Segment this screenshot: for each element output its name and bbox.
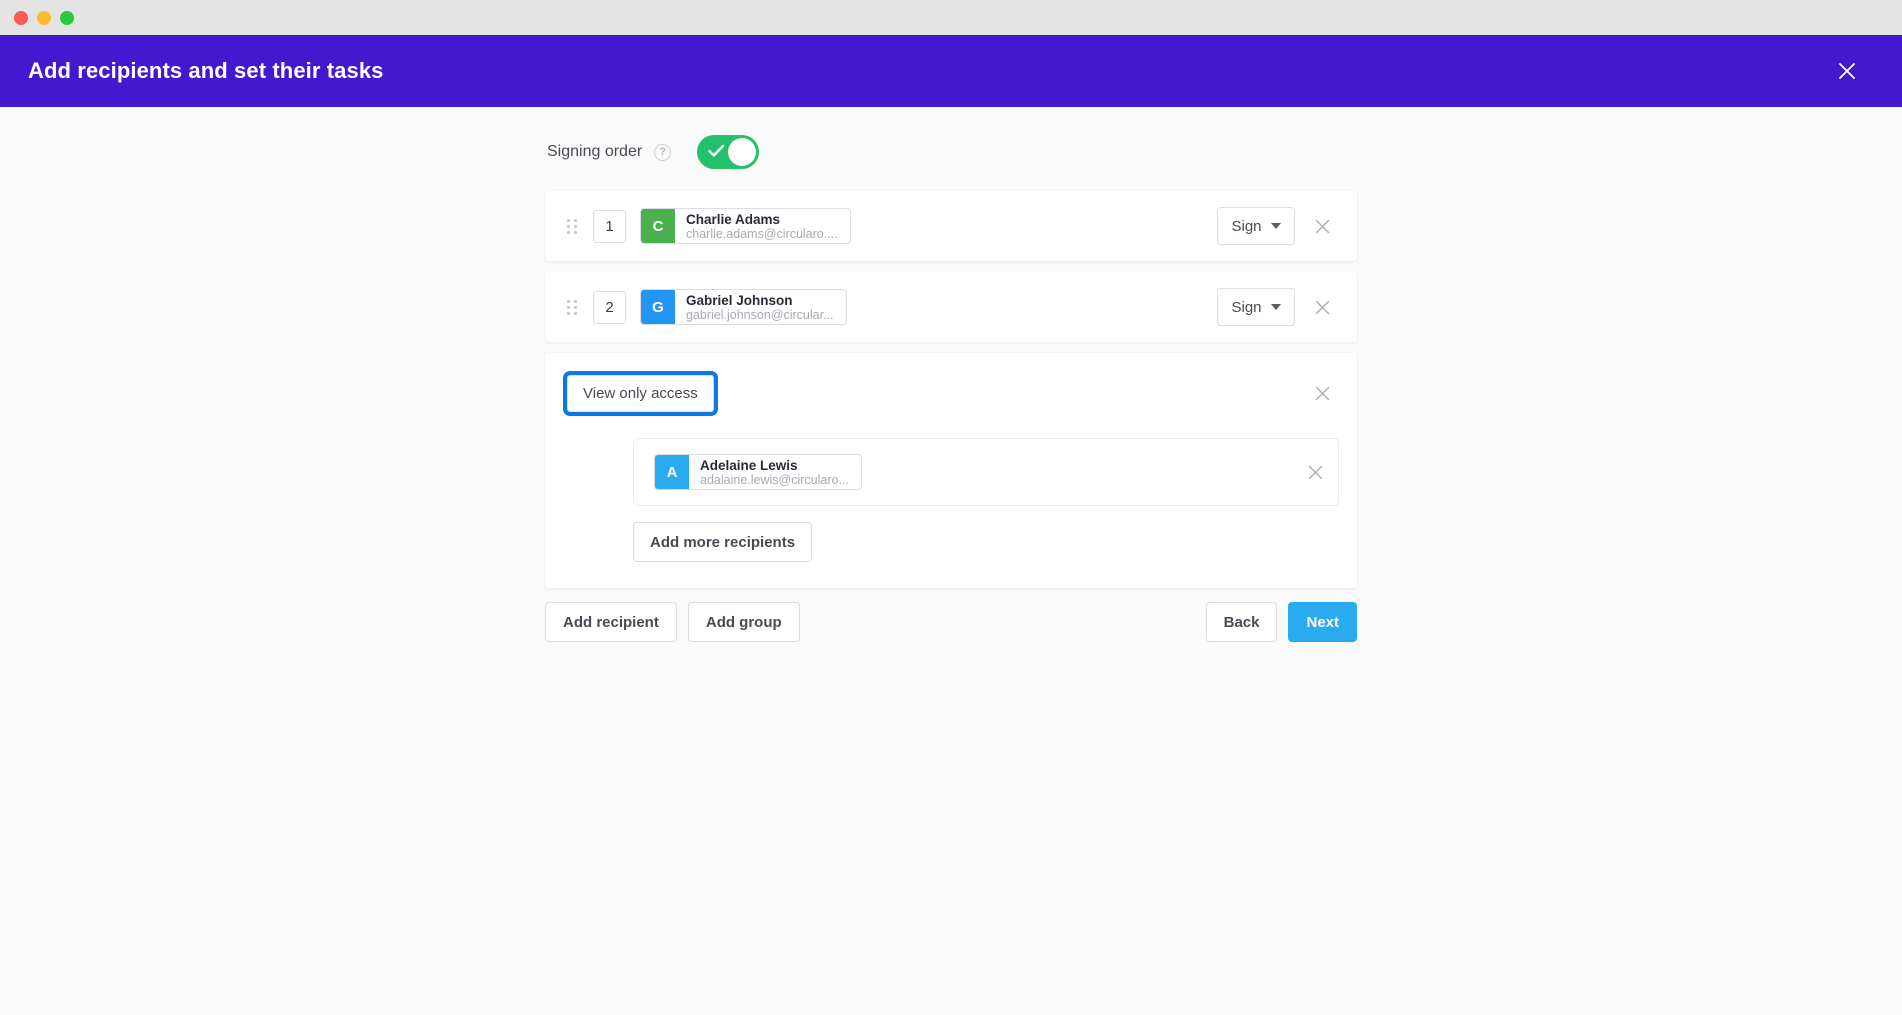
- recipient-field[interactable]: C Charlie Adams charlie.adams@circularo.…: [640, 208, 851, 244]
- recipient-order-input[interactable]: 1: [593, 210, 626, 243]
- close-icon: [1314, 299, 1331, 316]
- add-more-recipients-button[interactable]: Add more recipients: [633, 522, 812, 562]
- recipient-task-label: Sign: [1231, 218, 1261, 235]
- add-group-button[interactable]: Add group: [688, 602, 800, 642]
- recipients-panel: Signing order ? 1 C Charlie Adams: [545, 135, 1357, 642]
- remove-view-only-member-button[interactable]: [1298, 455, 1332, 489]
- recipient-identity: Charlie Adams charlie.adams@circularo...…: [675, 209, 850, 243]
- remove-recipient-button[interactable]: [1305, 209, 1339, 243]
- window-titlebar: [0, 0, 1902, 35]
- recipient-email: gabriel.johnson@circular...: [686, 308, 834, 323]
- recipient-email: charlie.adams@circularo....: [686, 227, 838, 242]
- signing-order-toggle[interactable]: [697, 135, 759, 169]
- page-title: Add recipients and set their tasks: [28, 58, 384, 84]
- avatar: A: [655, 455, 689, 489]
- window-maximize-button[interactable]: [60, 11, 74, 25]
- signing-order-label: Signing order: [547, 143, 642, 161]
- help-circle-icon[interactable]: ?: [654, 144, 671, 161]
- table-row: 2 G Gabriel Johnson gabriel.johnson@circ…: [545, 272, 1357, 342]
- dialog-footer: Add recipient Add group Back Next: [545, 602, 1357, 642]
- recipient-task-label: Sign: [1231, 299, 1261, 316]
- recipient-task-dropdown[interactable]: Sign: [1217, 207, 1295, 245]
- back-button[interactable]: Back: [1206, 602, 1278, 642]
- recipient-card: 1 C Charlie Adams charlie.adams@circular…: [545, 191, 1357, 261]
- close-icon: [1836, 60, 1858, 82]
- recipient-task-dropdown[interactable]: Sign: [1217, 288, 1295, 326]
- view-only-access-chip[interactable]: View only access: [567, 375, 714, 412]
- modal-header: Add recipients and set their tasks: [0, 35, 1902, 107]
- window-minimize-button[interactable]: [37, 11, 51, 25]
- check-icon: [708, 144, 725, 158]
- close-dialog-button[interactable]: [1832, 56, 1862, 86]
- next-button[interactable]: Next: [1288, 602, 1357, 642]
- signing-order-row: Signing order ?: [545, 135, 1357, 169]
- chevron-down-icon: [1271, 304, 1281, 310]
- recipient-card: 2 G Gabriel Johnson gabriel.johnson@circ…: [545, 272, 1357, 342]
- close-icon: [1314, 218, 1331, 235]
- chevron-down-icon: [1271, 223, 1281, 229]
- view-only-header: View only access: [567, 375, 1339, 412]
- view-only-access-card: View only access A Adelaine Lewis adalai…: [545, 353, 1357, 588]
- drag-handle-icon[interactable]: [567, 219, 581, 234]
- modal-body: Signing order ? 1 C Charlie Adams: [0, 107, 1902, 1015]
- recipient-identity: Gabriel Johnson gabriel.johnson@circular…: [675, 290, 846, 324]
- recipient-name: Adelaine Lewis: [700, 458, 849, 473]
- close-icon: [1307, 464, 1324, 481]
- close-icon: [1314, 385, 1331, 402]
- add-recipient-button[interactable]: Add recipient: [545, 602, 677, 642]
- avatar: C: [641, 209, 675, 243]
- recipient-field[interactable]: G Gabriel Johnson gabriel.johnson@circul…: [640, 289, 847, 325]
- recipient-identity: Adelaine Lewis adalaine.lewis@circularo.…: [689, 455, 861, 489]
- avatar: G: [641, 290, 675, 324]
- table-row: 1 C Charlie Adams charlie.adams@circular…: [545, 191, 1357, 261]
- view-only-member-row: A Adelaine Lewis adalaine.lewis@circular…: [633, 438, 1339, 506]
- recipient-order-input[interactable]: 2: [593, 291, 626, 324]
- remove-group-button[interactable]: [1305, 377, 1339, 411]
- drag-handle-icon[interactable]: [567, 300, 581, 315]
- recipient-name: Charlie Adams: [686, 212, 838, 227]
- recipient-email: adalaine.lewis@circularo...: [700, 473, 849, 488]
- recipient-name: Gabriel Johnson: [686, 293, 834, 308]
- remove-recipient-button[interactable]: [1305, 290, 1339, 324]
- window-close-button[interactable]: [14, 11, 28, 25]
- recipient-field[interactable]: A Adelaine Lewis adalaine.lewis@circular…: [654, 454, 862, 490]
- toggle-knob: [728, 138, 756, 166]
